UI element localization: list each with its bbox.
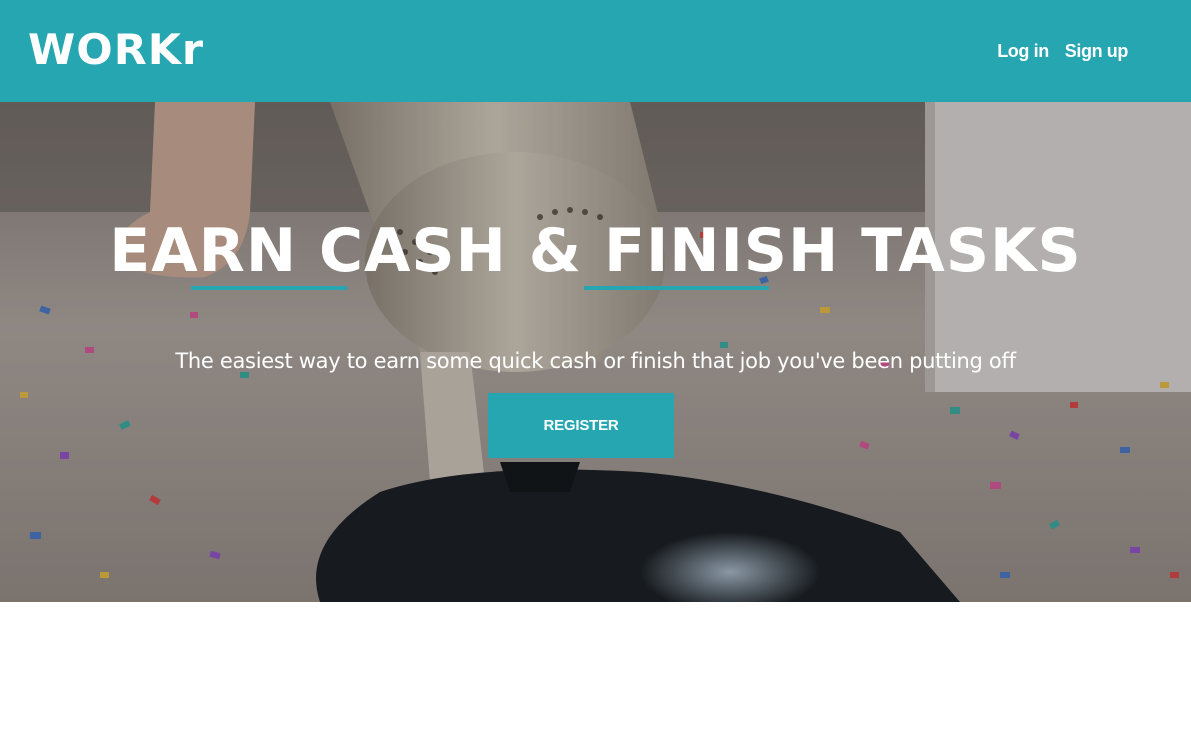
login-link[interactable]: Log in	[997, 38, 1049, 64]
hero-subtitle: The easiest way to earn some quick cash …	[175, 349, 1016, 373]
nav-links: Log in Sign up	[997, 38, 1128, 64]
title-underline-finish	[584, 286, 769, 290]
top-navbar: WORKr Log in Sign up	[0, 0, 1191, 102]
signup-link[interactable]: Sign up	[1065, 38, 1129, 64]
hero-title: EARN CASH & FINISH TASKS	[109, 216, 1082, 286]
workr-logo[interactable]: WORKr	[28, 24, 204, 76]
hero-section: EARN CASH & FINISH TASKS The easiest way…	[0, 102, 1191, 602]
title-underline-earn	[191, 286, 347, 290]
register-button[interactable]: REGISTER	[488, 393, 674, 458]
